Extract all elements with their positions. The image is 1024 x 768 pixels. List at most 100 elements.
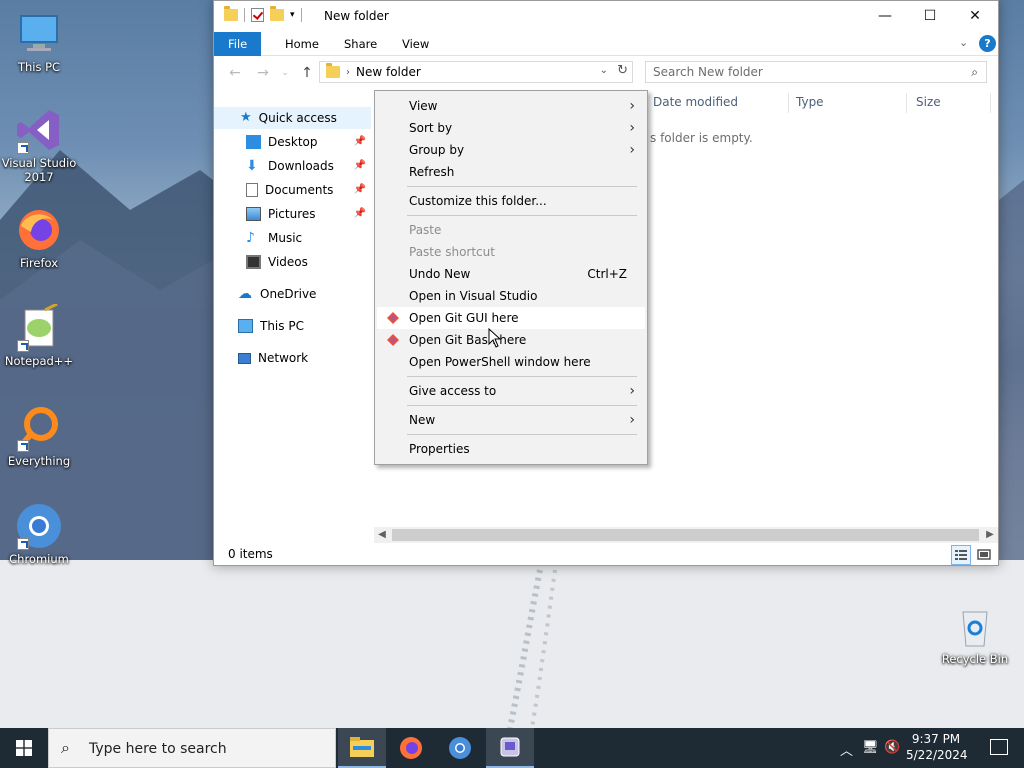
forward-arrow-icon[interactable]: → — [254, 64, 272, 82]
menu-item-sort-by[interactable]: Sort by › — [377, 117, 645, 139]
menu-item-open-git-gui[interactable]: Open Git GUI here — [377, 307, 645, 329]
clock[interactable]: 9:37 PM 5/22/2024 — [906, 731, 968, 763]
mouse-cursor-icon — [488, 328, 502, 348]
menu-label: Refresh — [409, 165, 455, 179]
window-title: New folder — [324, 9, 389, 23]
scrollbar-thumb[interactable] — [392, 529, 979, 541]
menu-item-properties[interactable]: Properties — [377, 438, 645, 460]
taskbar-file-explorer[interactable] — [338, 728, 386, 768]
desktop-icon-everything[interactable]: Everything — [1, 404, 77, 468]
notification-center-icon[interactable] — [990, 739, 1008, 755]
close-button[interactable]: ✕ — [952, 1, 998, 31]
pin-icon[interactable]: 📌 — [354, 203, 366, 225]
desktop-icon-firefox[interactable]: Firefox — [1, 206, 77, 270]
network-icon[interactable]: 🖥 — [862, 740, 879, 755]
taskbar-firefox[interactable] — [387, 728, 435, 768]
nav-label: Network — [258, 351, 309, 365]
menu-item-new[interactable]: New › — [377, 409, 645, 431]
menu-item-undo-new[interactable]: Undo New Ctrl+Z — [377, 263, 645, 285]
tab-share[interactable]: Share — [330, 32, 391, 56]
column-type[interactable]: Type — [796, 95, 824, 109]
column-divider[interactable] — [788, 93, 789, 113]
menu-label: Open PowerShell window here — [409, 355, 591, 369]
minimize-button[interactable]: — — [862, 1, 908, 31]
menu-item-customize[interactable]: Customize this folder... — [377, 190, 645, 212]
submenu-arrow-icon: › — [629, 120, 635, 136]
menu-item-refresh[interactable]: Refresh — [377, 161, 645, 183]
nav-documents[interactable]: Documents 📌 — [246, 179, 370, 201]
horizontal-scrollbar[interactable]: ◀ ▶ — [374, 527, 998, 543]
up-arrow-icon[interactable]: ↑ — [298, 64, 316, 82]
nav-network[interactable]: Network — [238, 347, 370, 369]
nav-desktop[interactable]: Desktop 📌 — [246, 131, 370, 153]
start-button[interactable] — [0, 728, 48, 768]
help-icon[interactable]: ? — [979, 35, 996, 52]
nav-label: This PC — [260, 319, 304, 333]
customize-qat-icon[interactable]: ▾ — [290, 10, 295, 20]
show-hidden-icons-chevron-icon[interactable]: ︿ — [840, 740, 853, 759]
nav-music[interactable]: ♪ Music — [246, 227, 370, 249]
breadcrumb-current[interactable]: New folder — [356, 65, 421, 79]
nav-onedrive[interactable]: ☁ OneDrive — [238, 283, 370, 305]
toolbar-divider — [300, 8, 302, 22]
volume-muted-icon[interactable]: 🔇 — [884, 740, 900, 755]
column-date-modified[interactable]: Date modified — [653, 95, 738, 109]
column-divider[interactable] — [906, 93, 907, 113]
menu-item-open-visual-studio[interactable]: Open in Visual Studio — [377, 285, 645, 307]
menu-separator — [407, 215, 637, 216]
search-icon: ⌕ — [971, 65, 978, 79]
desktop-icon-notepadpp[interactable]: Notepad++ — [1, 302, 77, 368]
menu-item-open-git-bash[interactable]: Open Git Bash here — [377, 329, 645, 351]
column-divider[interactable] — [990, 93, 991, 113]
desktop-icon-this-pc[interactable]: This PC — [1, 10, 77, 74]
pin-icon[interactable]: 📌 — [354, 155, 366, 177]
taskbar-chromium[interactable] — [436, 728, 484, 768]
maximize-button[interactable]: ☐ — [907, 1, 953, 31]
menu-item-group-by[interactable]: Group by › — [377, 139, 645, 161]
nav-pictures[interactable]: Pictures 📌 — [246, 203, 370, 225]
cloud-icon: ☁ — [238, 286, 252, 302]
nav-this-pc[interactable]: This PC — [238, 315, 370, 337]
large-icons-view-icon[interactable] — [974, 545, 994, 565]
column-size[interactable]: Size — [916, 95, 941, 109]
address-dropdown-icon[interactable]: ⌄ — [600, 65, 608, 76]
desktop-icon-visual-studio[interactable]: Visual Studio 2017 — [1, 106, 77, 184]
nav-videos[interactable]: Videos — [246, 251, 370, 273]
title-bar[interactable]: ▾ New folder — ☐ ✕ — [214, 1, 998, 32]
computer-icon — [20, 15, 58, 51]
menu-item-give-access[interactable]: Give access to › — [377, 380, 645, 402]
menu-label: Properties — [409, 442, 470, 456]
nav-quick-access[interactable]: ★ Quick access — [214, 107, 371, 129]
address-input[interactable]: › New folder ⌄ ↻ — [319, 61, 633, 83]
refresh-icon[interactable]: ↻ — [617, 63, 628, 78]
recent-locations-icon[interactable]: ⌄ — [276, 64, 294, 82]
new-folder-icon[interactable] — [270, 6, 284, 21]
menu-item-view[interactable]: View › — [377, 95, 645, 117]
menu-label: New — [409, 413, 436, 427]
details-view-icon[interactable] — [951, 545, 971, 565]
search-input[interactable]: Search New folder ⌕ — [645, 61, 987, 83]
properties-icon[interactable] — [251, 8, 264, 22]
taskbar-app[interactable] — [486, 728, 534, 768]
pin-icon[interactable]: 📌 — [354, 179, 366, 201]
firefox-icon — [19, 210, 59, 250]
pin-icon[interactable]: 📌 — [354, 131, 366, 153]
back-arrow-icon[interactable]: ← — [226, 64, 244, 82]
menu-item-open-powershell[interactable]: Open PowerShell window here — [377, 351, 645, 373]
tab-file[interactable]: File — [214, 32, 262, 56]
tab-view[interactable]: View — [388, 32, 443, 56]
submenu-arrow-icon: › — [629, 383, 635, 399]
desktop-icon-chromium[interactable]: Chromium — [1, 502, 77, 566]
nav-downloads[interactable]: ⬇ Downloads 📌 — [246, 155, 370, 177]
desktop-icon-recycle-bin[interactable]: Recycle Bin — [937, 602, 1013, 666]
expand-ribbon-icon[interactable]: ⌄ — [959, 36, 968, 49]
taskbar: ⌕ Type here to search ︿ 🖥 🔇 9:37 PM 5/22… — [0, 728, 1024, 768]
menu-separator — [407, 376, 637, 377]
breadcrumb-chevron-icon[interactable]: › — [346, 67, 350, 78]
scroll-right-icon[interactable]: ▶ — [982, 527, 998, 543]
git-icon — [387, 312, 399, 324]
taskbar-search-box[interactable]: ⌕ Type here to search — [48, 728, 336, 768]
scroll-left-icon[interactable]: ◀ — [374, 527, 390, 543]
menu-label: Give access to — [409, 384, 497, 398]
tab-home[interactable]: Home — [271, 32, 333, 56]
